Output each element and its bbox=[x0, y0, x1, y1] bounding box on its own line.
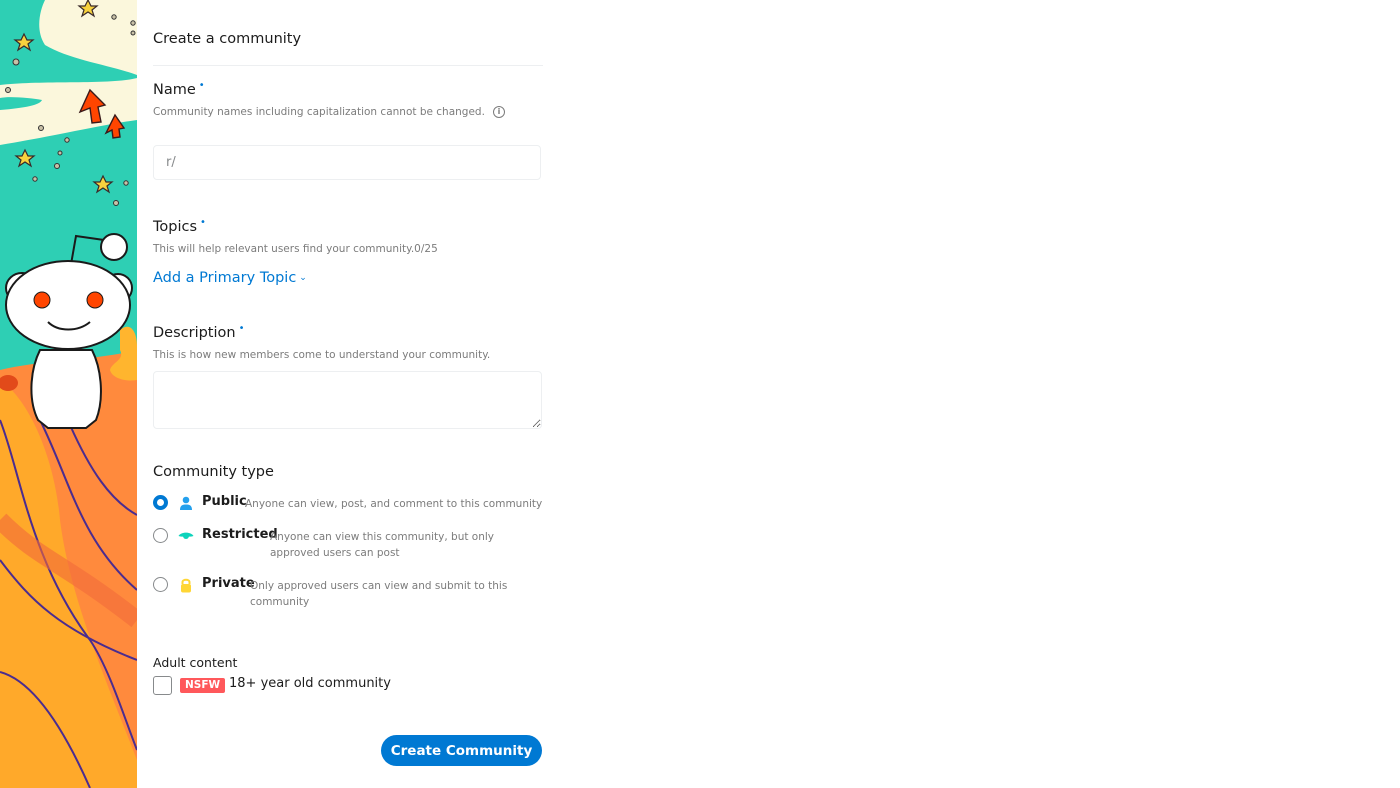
name-label: Name • bbox=[153, 80, 205, 98]
name-input-wrapper: r/ bbox=[153, 145, 541, 181]
nsfw-badge: NSFW bbox=[180, 678, 226, 693]
subreddit-prefix: r/ bbox=[166, 155, 176, 170]
add-primary-topic-text: Add a Primary Topic bbox=[153, 270, 297, 286]
restricted-title: Restricted bbox=[202, 527, 278, 542]
person-icon bbox=[180, 496, 192, 510]
description-label: Description • bbox=[153, 323, 245, 341]
description-help: This is how new members come to understa… bbox=[153, 349, 491, 361]
public-description: Anyone can view, post, and comment to th… bbox=[245, 498, 543, 510]
description-textarea[interactable] bbox=[153, 371, 542, 429]
community-name-input[interactable] bbox=[180, 146, 534, 181]
add-primary-topic-link[interactable]: Add a Primary Topic ⌄ bbox=[153, 270, 307, 286]
topics-label: Topics • bbox=[153, 217, 206, 235]
snoo-illustration-panel bbox=[0, 0, 137, 788]
description-label-text: Description bbox=[153, 325, 236, 341]
topics-help: This will help relevant users find your … bbox=[153, 243, 438, 255]
title-divider bbox=[153, 65, 543, 66]
required-mark: • bbox=[198, 80, 205, 91]
nsfw-checkbox[interactable] bbox=[153, 676, 172, 695]
info-icon[interactable]: i bbox=[492, 106, 505, 118]
public-radio[interactable] bbox=[153, 495, 168, 510]
eye-icon bbox=[178, 532, 194, 539]
restricted-description: Anyone can view this community, but only… bbox=[270, 531, 495, 559]
name-help: Community names including capitalization… bbox=[153, 106, 505, 118]
community-type-label: Community type bbox=[153, 464, 274, 480]
private-radio[interactable] bbox=[153, 577, 168, 592]
restricted-radio[interactable] bbox=[153, 528, 168, 543]
topics-label-text: Topics bbox=[153, 219, 198, 235]
create-community-button[interactable]: Create Community bbox=[381, 735, 542, 766]
public-title: Public bbox=[202, 494, 247, 509]
page-title: Create a community bbox=[153, 31, 302, 47]
private-title: Private bbox=[202, 576, 255, 591]
lock-icon bbox=[181, 578, 191, 593]
adult-content-text: 18+ year old community bbox=[229, 676, 391, 691]
required-mark: • bbox=[200, 217, 206, 228]
snoo-illustration bbox=[0, 0, 137, 788]
chevron-down-icon: ⌄ bbox=[299, 273, 307, 283]
name-label-text: Name bbox=[153, 82, 196, 98]
private-description: Only approved users can view and submit … bbox=[250, 580, 508, 608]
name-help-text: Community names including capitalization… bbox=[153, 106, 485, 118]
adult-content-label: Adult content bbox=[153, 655, 238, 670]
required-mark: • bbox=[238, 323, 245, 334]
